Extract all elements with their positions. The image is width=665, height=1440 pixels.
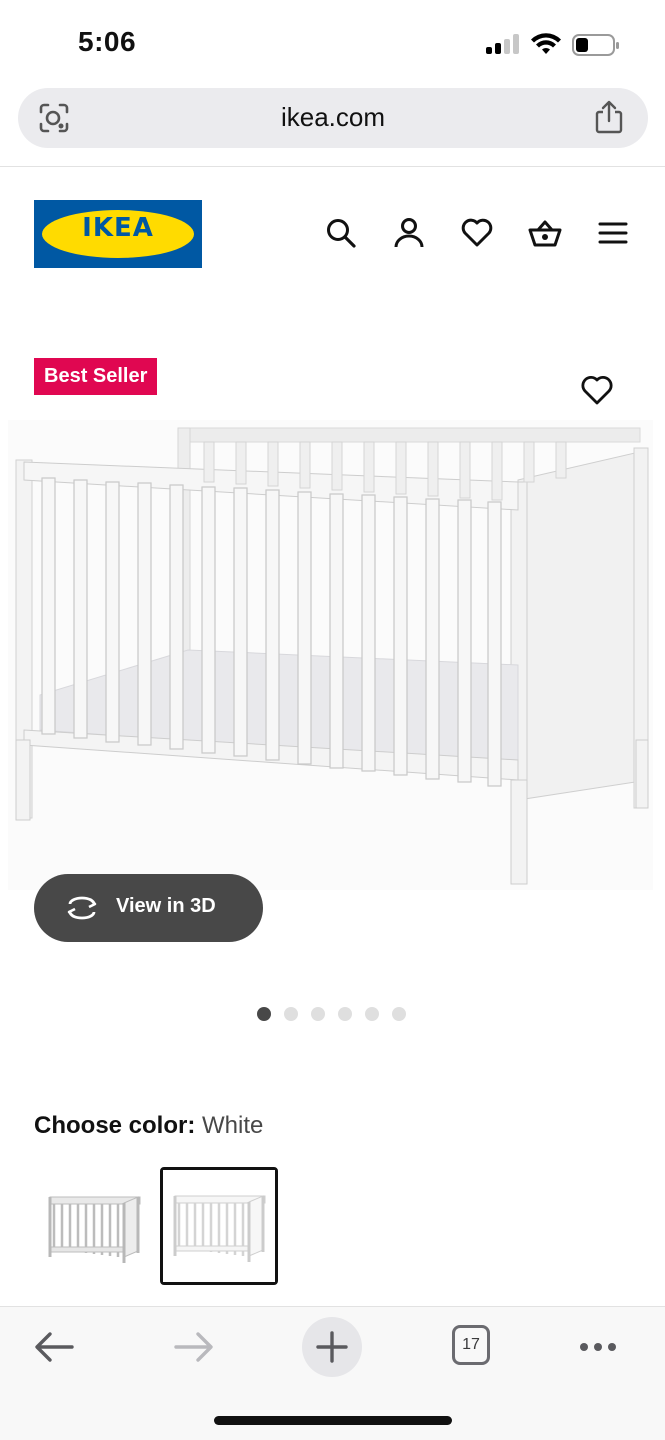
carousel-dot[interactable]	[284, 1007, 298, 1021]
address-bar[interactable]: ikea.com	[18, 88, 648, 148]
carousel-dot[interactable]	[392, 1007, 406, 1021]
color-selector-label: Choose color: White	[34, 1112, 263, 1140]
view-in-3d-button[interactable]: View in 3D	[34, 874, 263, 942]
color-swatch-white[interactable]	[160, 1167, 278, 1285]
selected-color-value: White	[202, 1112, 264, 1139]
new-tab-button[interactable]	[302, 1317, 362, 1377]
signal-icon	[486, 34, 519, 54]
wifi-icon	[531, 33, 561, 54]
product-image-crib[interactable]	[8, 420, 653, 890]
battery-icon	[572, 34, 619, 56]
back-icon[interactable]	[24, 1317, 84, 1377]
search-icon[interactable]	[324, 216, 358, 250]
favorites-icon[interactable]	[460, 216, 494, 250]
carousel-dot[interactable]	[365, 1007, 379, 1021]
home-indicator[interactable]	[214, 1416, 452, 1425]
save-favorite-icon[interactable]	[580, 374, 614, 406]
plus-icon	[316, 1331, 348, 1363]
choose-color-label: Choose color:	[34, 1112, 196, 1139]
url-text[interactable]: ikea.com	[18, 102, 648, 133]
share-icon[interactable]	[594, 100, 624, 134]
image-carousel-dots	[257, 1007, 406, 1021]
rotate-3d-icon	[67, 896, 97, 920]
account-icon[interactable]	[392, 216, 426, 250]
carousel-dot[interactable]	[311, 1007, 325, 1021]
color-swatch-grey[interactable]	[36, 1167, 154, 1285]
best-seller-badge: Best Seller	[34, 358, 158, 395]
more-icon[interactable]	[568, 1317, 628, 1377]
header-divider	[0, 166, 665, 167]
swatch-white-image	[163, 1170, 275, 1282]
carousel-dot[interactable]	[338, 1007, 352, 1021]
basket-icon[interactable]	[528, 216, 562, 250]
view-in-3d-label: View in 3D	[116, 895, 216, 917]
carousel-dot[interactable]	[257, 1007, 271, 1021]
status-bar: 5:06	[0, 0, 665, 84]
logo-text: IKEA	[82, 213, 154, 243]
ikea-logo[interactable]: IKEA	[34, 200, 202, 268]
tabs-button[interactable]: 17	[452, 1325, 490, 1365]
status-time: 5:06	[78, 26, 137, 57]
menu-icon[interactable]	[596, 216, 630, 250]
forward-icon[interactable]	[164, 1317, 224, 1377]
